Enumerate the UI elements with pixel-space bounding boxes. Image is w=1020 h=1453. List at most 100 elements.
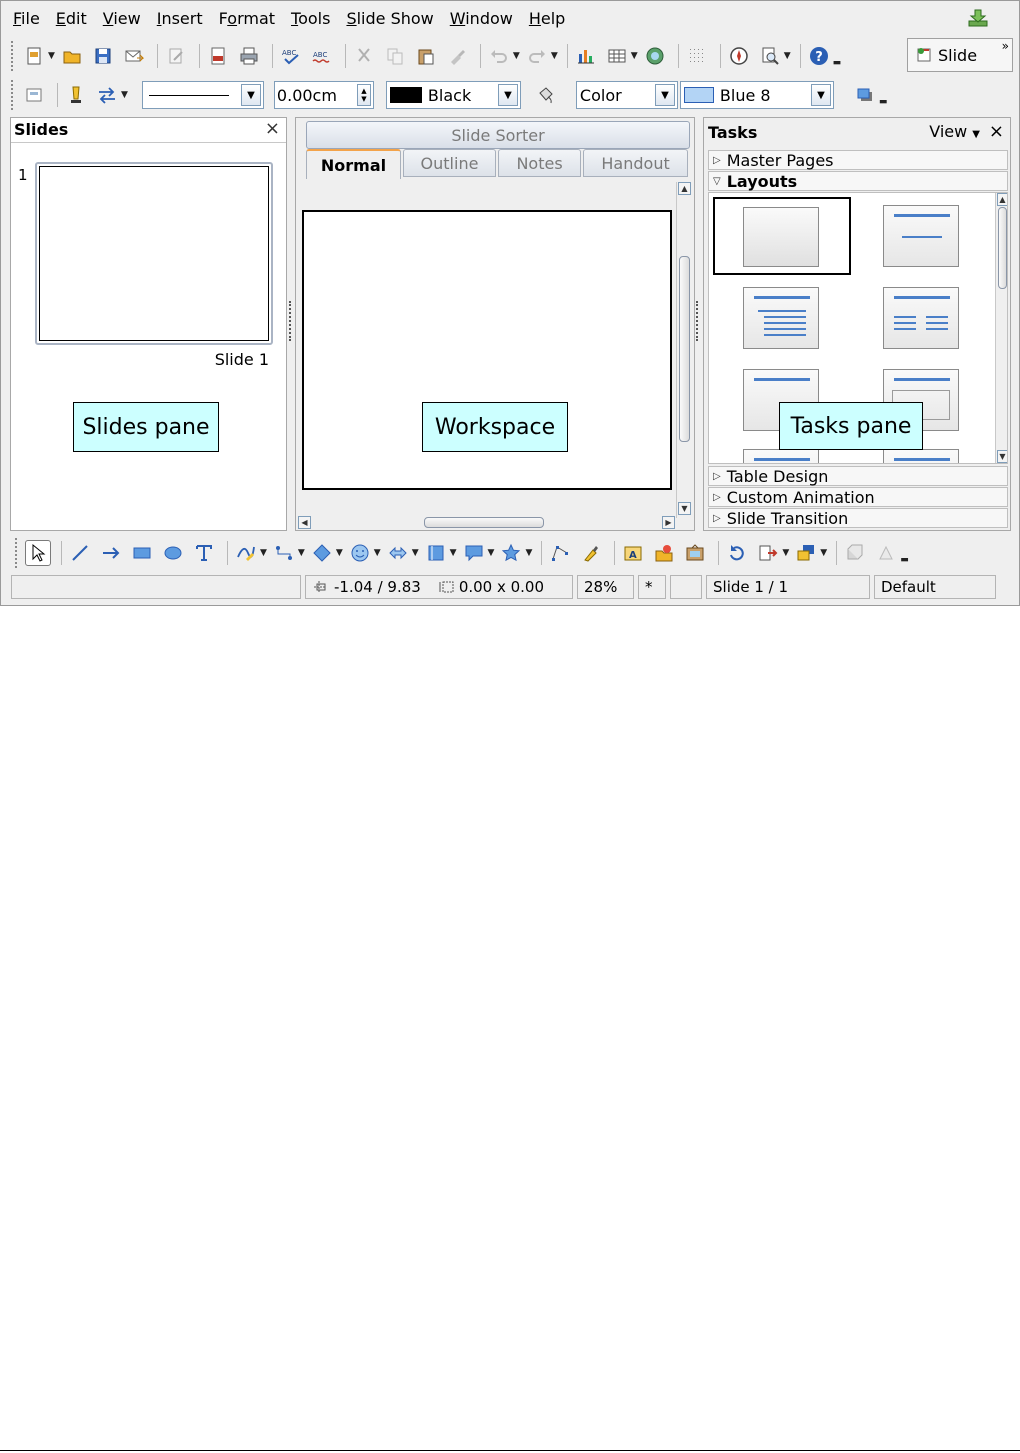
scroll-down-icon[interactable]: ▼ <box>678 502 691 515</box>
layout-more-1[interactable] <box>743 449 819 463</box>
scroll-down-icon[interactable]: ▼ <box>997 450 1007 463</box>
menu-tools[interactable]: Tools <box>291 9 330 28</box>
rotate-icon[interactable] <box>724 540 750 566</box>
chevron-down-icon[interactable]: ▼ <box>654 84 675 106</box>
toolbar-options-icon[interactable]: ▬ <box>879 97 888 107</box>
tasks-view-menu[interactable]: View ▼ <box>929 122 980 141</box>
right-splitter-handle[interactable] <box>696 301 700 341</box>
menu-help[interactable]: Help <box>529 9 565 28</box>
block-arrows-icon[interactable] <box>385 540 411 566</box>
line-icon[interactable] <box>67 540 93 566</box>
scroll-thumb[interactable] <box>424 517 544 528</box>
curve-icon[interactable] <box>233 540 259 566</box>
new-dropdown-icon[interactable]: ▼ <box>48 51 55 61</box>
fontwork-icon[interactable]: A <box>620 540 646 566</box>
arrow-style-icon[interactable] <box>94 82 120 108</box>
zoom-icon[interactable] <box>757 43 783 69</box>
text-icon[interactable] <box>191 540 217 566</box>
toolbar-options-icon[interactable]: ▬ <box>833 58 842 68</box>
points-icon[interactable] <box>547 540 573 566</box>
basic-shapes-dropdown-icon[interactable]: ▼ <box>336 548 343 558</box>
callouts-icon[interactable] <box>461 540 487 566</box>
alignment-dropdown-icon[interactable]: ▼ <box>782 548 789 558</box>
menu-edit[interactable]: Edit <box>56 9 87 28</box>
connector-icon[interactable] <box>271 540 297 566</box>
slide-thumbnail[interactable] <box>35 162 273 345</box>
flowchart-icon[interactable] <box>423 540 449 566</box>
navigator-icon[interactable] <box>726 43 752 69</box>
slide-button[interactable]: Slide » <box>907 38 1013 72</box>
from-file-icon[interactable] <box>651 540 677 566</box>
arrange-dropdown-icon[interactable]: ▼ <box>820 548 827 558</box>
spellcheck-icon[interactable]: ABC <box>278 43 304 69</box>
table-dropdown-icon[interactable]: ▼ <box>631 51 638 61</box>
line-color-select[interactable]: Black ▼ <box>385 81 521 109</box>
menu-slide-show[interactable]: Slide Show <box>346 9 433 28</box>
zoom-dropdown-icon[interactable]: ▼ <box>784 51 791 61</box>
section-slide-transition[interactable]: ▷ Slide Transition <box>708 508 1008 528</box>
scroll-right-icon[interactable]: ▶ <box>662 516 675 529</box>
scroll-thumb[interactable] <box>679 256 690 442</box>
shadow-icon[interactable] <box>852 82 878 108</box>
stars-icon[interactable] <box>498 540 524 566</box>
slide-canvas[interactable]: Workspace <box>302 210 672 490</box>
section-table-design[interactable]: ▷ Table Design <box>708 466 1008 486</box>
symbol-shapes-dropdown-icon[interactable]: ▼ <box>374 548 381 558</box>
tab-slide-sorter[interactable]: Slide Sorter <box>306 121 690 149</box>
copy-icon[interactable] <box>382 43 408 69</box>
arrange-icon[interactable] <box>793 540 819 566</box>
help-icon[interactable]: ? <box>806 43 832 69</box>
close-icon[interactable]: × <box>265 118 280 139</box>
menu-format[interactable]: Format <box>219 9 275 28</box>
redo-dropdown-icon[interactable]: ▼ <box>551 51 558 61</box>
email-icon[interactable] <box>121 43 147 69</box>
tab-handout[interactable]: Handout <box>583 149 688 177</box>
toolbar-grip[interactable] <box>15 538 19 568</box>
cut-icon[interactable] <box>351 43 377 69</box>
table-icon[interactable] <box>604 43 630 69</box>
save-icon[interactable] <box>90 43 116 69</box>
scroll-thumb[interactable] <box>998 207 1007 289</box>
edit-file-icon[interactable] <box>163 43 189 69</box>
scroll-up-icon[interactable]: ▲ <box>678 182 691 195</box>
layouts-vertical-scrollbar[interactable]: ▲ ▼ <box>995 193 1007 463</box>
grid-icon[interactable] <box>684 43 710 69</box>
arrow-style-dropdown-icon[interactable]: ▼ <box>121 90 128 100</box>
layout-more-2[interactable] <box>883 449 959 463</box>
scroll-up-icon[interactable]: ▲ <box>997 193 1007 206</box>
print-icon[interactable] <box>236 43 262 69</box>
undo-icon[interactable] <box>486 43 512 69</box>
menu-insert[interactable]: Insert <box>157 9 203 28</box>
update-download-icon[interactable] <box>967 8 989 28</box>
area-style-select[interactable]: Color ▼ <box>575 81 678 109</box>
status-modified[interactable]: * <box>638 575 666 599</box>
toolbar-grip[interactable] <box>11 41 15 71</box>
glue-points-icon[interactable] <box>578 540 604 566</box>
basic-shapes-icon[interactable] <box>309 540 335 566</box>
chevron-down-icon[interactable]: ▼ <box>810 84 831 106</box>
callouts-dropdown-icon[interactable]: ▼ <box>488 548 495 558</box>
area-icon[interactable] <box>533 82 559 108</box>
open-icon[interactable] <box>59 43 85 69</box>
image-gallery-icon[interactable] <box>642 43 668 69</box>
block-arrows-dropdown-icon[interactable]: ▼ <box>412 548 419 558</box>
spin-button-icon[interactable]: ▲ ▼ <box>356 84 371 106</box>
section-layouts[interactable]: ▽ Layouts <box>708 171 1008 191</box>
tab-notes[interactable]: Notes <box>498 149 582 177</box>
scroll-left-icon[interactable]: ◀ <box>298 516 311 529</box>
workspace-horizontal-scrollbar[interactable]: ◀ ▶ <box>298 516 678 530</box>
chart-icon[interactable] <box>573 43 599 69</box>
flowchart-dropdown-icon[interactable]: ▼ <box>450 548 457 558</box>
tab-outline[interactable]: Outline <box>402 149 496 177</box>
section-master-pages[interactable]: ▷ Master Pages <box>708 150 1008 170</box>
style-icon[interactable] <box>21 82 47 108</box>
arrow-icon[interactable] <box>98 540 124 566</box>
curve-dropdown-icon[interactable]: ▼ <box>260 548 267 558</box>
menu-file[interactable]: File <box>13 9 40 28</box>
paste-icon[interactable] <box>413 43 439 69</box>
section-custom-animation[interactable]: ▷ Custom Animation <box>708 487 1008 507</box>
undo-dropdown-icon[interactable]: ▼ <box>513 51 520 61</box>
export-pdf-icon[interactable] <box>205 43 231 69</box>
gallery-icon[interactable] <box>682 540 708 566</box>
layout-blank[interactable] <box>713 197 851 275</box>
